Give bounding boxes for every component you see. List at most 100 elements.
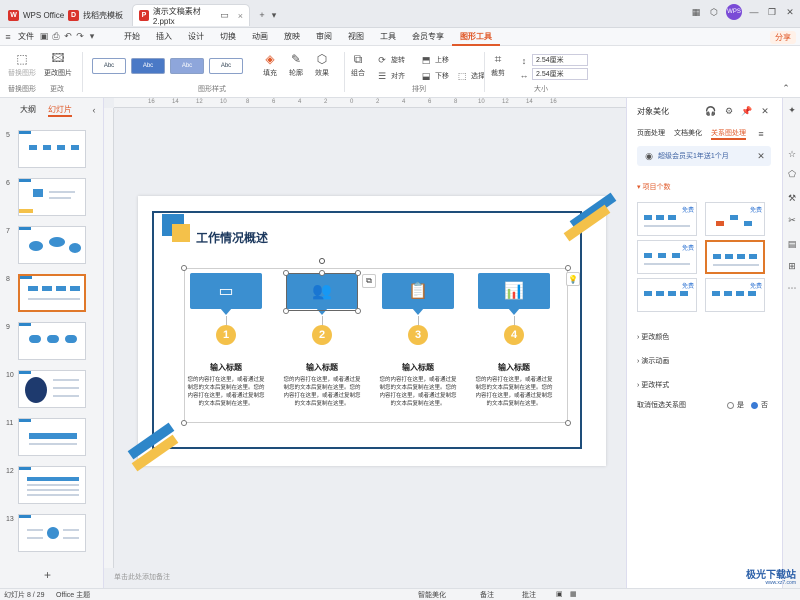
undo-icon[interactable]: ↶ <box>62 31 74 43</box>
menu-icon[interactable]: ≡ <box>755 128 767 140</box>
card-text[interactable]: 您的内容打在这里，或者通过复制您的文本后复制在这里。您的内容打在这里，或者通过复… <box>185 376 267 408</box>
notes-placeholder[interactable]: 单击此处添加备注 <box>114 572 170 582</box>
style-sample-2[interactable]: Abc <box>131 58 165 74</box>
tab-document[interactable]: P 演示文稿素材2.pptx ▭ × <box>132 4 250 26</box>
style-sample-3[interactable]: Abc <box>170 58 204 74</box>
section-change-style[interactable]: › 更改样式 <box>637 380 669 390</box>
card-title[interactable]: 输入标题 <box>373 362 463 373</box>
close-panel-icon[interactable]: ✕ <box>759 105 771 117</box>
diagram-template[interactable]: 免费 <box>637 278 697 312</box>
resize-handle[interactable] <box>283 270 289 276</box>
collapse-ribbon-icon[interactable]: ⌃ <box>780 82 792 94</box>
section-item-count[interactable]: ▾ 项目个数 <box>637 182 670 192</box>
slide-title[interactable]: 工作情况概述 <box>196 229 268 246</box>
redo-icon[interactable]: ↷ <box>74 31 86 43</box>
step-circle[interactable]: 4 <box>504 325 524 345</box>
style-sample-4[interactable]: Abc <box>209 58 243 74</box>
rotate-handle-icon[interactable] <box>319 258 325 264</box>
step-circle[interactable]: 3 <box>408 325 428 345</box>
shape-icon[interactable]: ⬠ <box>786 168 798 180</box>
diagram-template[interactable]: 免费 <box>705 278 765 312</box>
section-change-color[interactable]: › 更改颜色 <box>637 332 669 342</box>
rotate-button[interactable]: ⟳ 旋转 <box>376 54 405 66</box>
sorter-view-icon[interactable]: ▦ <box>570 590 577 598</box>
effect-button[interactable]: ⬡ 效果 <box>314 52 330 78</box>
slide-thumbnail[interactable] <box>18 178 86 216</box>
slide[interactable]: 工作情况概述 ▭ 1 输入标题 您的内容打在这里，或者通过复制您的文本后复制在这… <box>127 192 617 472</box>
radio-no[interactable]: 否 <box>751 400 768 410</box>
tab-template[interactable]: D 找稻壳模板 <box>62 4 129 26</box>
collapse-panel-icon[interactable]: ‹ <box>88 104 100 116</box>
menu-design[interactable]: 设计 <box>180 28 212 46</box>
minimize-icon[interactable]: — <box>748 6 760 18</box>
step-circle[interactable]: 1 <box>216 325 236 345</box>
tab-page-process[interactable]: 页面处理 <box>637 128 665 140</box>
send-down-button[interactable]: ⬓ 下移 <box>420 70 449 82</box>
theme-name[interactable]: Office 主题 <box>56 590 90 600</box>
pin-icon[interactable]: 📌 <box>741 105 753 117</box>
grid-icon[interactable]: ⊞ <box>786 260 798 272</box>
star-icon[interactable]: ☆ <box>786 148 798 160</box>
menu-file[interactable]: 文件 <box>14 28 38 46</box>
restore-icon[interactable]: ❐ <box>766 6 778 18</box>
share-button[interactable]: 分享 <box>770 31 796 44</box>
replace-shape-button[interactable]: ⬚ 替换图形 <box>8 52 36 78</box>
step-circle[interactable]: 2 <box>312 325 332 345</box>
height-input[interactable]: 2.54厘米 <box>532 54 588 66</box>
width-input[interactable]: 2.54厘米 <box>532 68 588 80</box>
slide-thumbnail[interactable] <box>18 418 86 456</box>
diagram-template-selected[interactable] <box>705 240 765 274</box>
diagram-template[interactable]: 免费 <box>637 240 697 274</box>
resize-handle[interactable] <box>283 308 289 314</box>
resize-handle[interactable] <box>355 308 361 314</box>
slide-thumbnail[interactable] <box>18 130 86 168</box>
tab-relation-diagram[interactable]: 关系图处理 <box>711 128 746 140</box>
layout-icon[interactable]: ▦ <box>690 6 702 18</box>
resize-handle[interactable] <box>319 270 325 276</box>
tab-outline[interactable]: 大纲 <box>20 104 36 117</box>
menu-animation[interactable]: 动画 <box>244 28 276 46</box>
bar-chart-icon[interactable]: 📊 <box>478 273 550 309</box>
close-tab-icon[interactable]: × <box>238 11 243 21</box>
wallet-icon[interactable]: ▭ <box>190 273 262 309</box>
panel-title[interactable]: 对象美化 <box>637 106 669 117</box>
slide-canvas[interactable]: 工作情况概述 ▭ 1 输入标题 您的内容打在这里，或者通过复制您的文本后复制在这… <box>114 108 626 568</box>
bring-up-button[interactable]: ⬒ 上移 <box>420 54 449 66</box>
add-slide-icon[interactable]: + <box>44 568 51 582</box>
diagram-template[interactable]: 免费 <box>637 202 697 236</box>
selected-shape-box[interactable] <box>286 273 358 311</box>
menu-review[interactable]: 审阅 <box>308 28 340 46</box>
style-sample-1[interactable]: Abc <box>92 58 126 74</box>
comments-button[interactable]: 批注 <box>522 590 536 600</box>
tab-doc-beautify[interactable]: 文档美化 <box>674 128 702 140</box>
slide-thumbnail-selected[interactable] <box>18 274 86 312</box>
resize-handle[interactable] <box>181 420 187 426</box>
tab-slides[interactable]: 幻灯片 <box>48 104 72 117</box>
change-picture-button[interactable]: 🖾 更改图片 <box>44 51 72 78</box>
card-text[interactable]: 您的内容打在这里，或者通过复制您的文本后复制在这里。您的内容打在这里，或者通过复… <box>281 376 363 408</box>
close-window-icon[interactable]: ✕ <box>784 6 796 18</box>
new-tab-plus-icon[interactable]: + <box>256 9 268 21</box>
radio-yes[interactable]: 是 <box>727 400 744 410</box>
normal-view-icon[interactable]: ▣ <box>556 590 563 598</box>
magic-icon[interactable]: ⚒ <box>786 192 798 204</box>
select-button[interactable]: ⬚ 选择 <box>456 70 485 82</box>
slide-thumbnail[interactable] <box>18 322 86 360</box>
layers-icon[interactable]: ⧉ <box>362 274 376 288</box>
close-promo-icon[interactable]: ✕ <box>755 150 767 162</box>
resize-handle[interactable] <box>565 265 571 271</box>
monitor-icon[interactable]: ▭ <box>219 10 230 22</box>
sparkle-icon[interactable]: ✦ <box>786 104 798 116</box>
menu-shape-tools[interactable]: 图形工具 <box>452 28 500 46</box>
card-title[interactable]: 输入标题 <box>277 362 367 373</box>
outline-button[interactable]: ✎ 轮廓 <box>288 52 304 78</box>
menu-tools[interactable]: 工具 <box>372 28 404 46</box>
settings-gear-icon[interactable]: ⚙ <box>723 105 735 117</box>
print-icon[interactable]: ⎙ <box>50 31 62 43</box>
fill-button[interactable]: ◈ 填充 <box>262 52 278 78</box>
tools-icon[interactable]: ✂ <box>786 214 798 226</box>
slide-thumbnail[interactable] <box>18 226 86 264</box>
smart-beautify-button[interactable]: 智能美化 <box>418 590 446 600</box>
card-text[interactable]: 您的内容打在这里，或者通过复制您的文本后复制在这里。您的内容打在这里，或者通过复… <box>377 376 459 408</box>
menu-slideshow[interactable]: 放映 <box>276 28 308 46</box>
